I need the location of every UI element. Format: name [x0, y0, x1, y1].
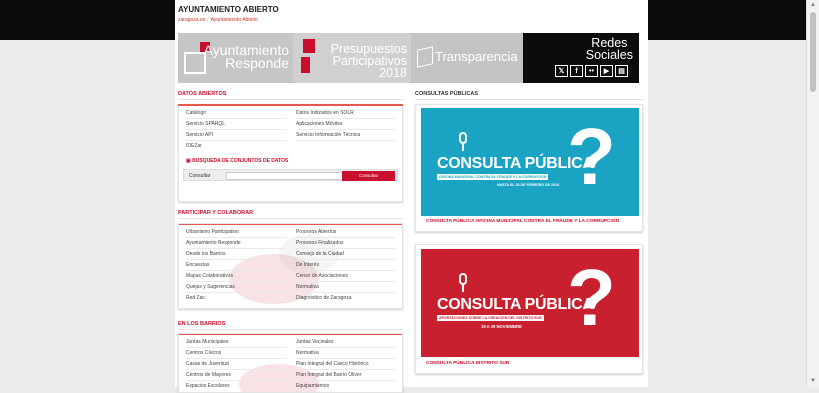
dataset-search-bar: Consultar Consultar [183, 169, 398, 181]
dark-margin-right [648, 0, 806, 40]
scrollbar[interactable]: ▲ ▼ [806, 0, 819, 387]
search-datasets-heading: ▣ BUSQUEDA DE CONJUNTOS DE DATOS [186, 158, 289, 164]
breadcrumb: zaragoza.es / Ayuntamiento Abierto [178, 17, 258, 23]
link-quejas[interactable]: Quejas y Sugerencias [186, 284, 235, 290]
page-title: AYUNTAMIENTO ABIERTO [178, 5, 279, 14]
consulta-subtitle: APORTACIONES SOBRE LA CREACIÓN DEL DISTR… [437, 315, 544, 321]
datos-abiertos-card: Catálogo Servicio SPARQL Servicio API ID… [178, 104, 403, 202]
card-accent [179, 334, 402, 335]
section-title-datos-abiertos: DATOS ABIERTOS [178, 91, 227, 97]
consulta-card-distrito-sur[interactable]: CONSULTA PÚBLICA APORTACIONES SOBRE LA C… [415, 244, 643, 374]
consulta-caption[interactable]: CONSULTA PÚBLICA DISTRITO SUR [426, 361, 509, 366]
link-juntas-vecinales[interactable]: Juntas Vecinales [296, 339, 334, 345]
link-solr[interactable]: Datos Indizados en SOLR [296, 110, 354, 116]
breadcrumb-separator: / [207, 17, 209, 23]
question-mark-icon: ? [567, 253, 616, 342]
banner-label: Transparencia [435, 49, 518, 64]
link-encuestas[interactable]: Encuestas [186, 262, 209, 268]
red-block-decoration [303, 39, 315, 53]
link-centros-civicos[interactable]: Centros Cívicos [186, 350, 221, 356]
link-sparql[interactable]: Servicio SPARQL [186, 121, 225, 127]
link-juntas-municipales[interactable]: Juntas Municipales [186, 339, 229, 345]
scroll-up-icon[interactable]: ▲ [810, 2, 816, 8]
link-casas-juventud[interactable]: Casas de Juventud [186, 361, 229, 367]
consulta-date: 19 A 29 NOVIEMBRE [481, 324, 522, 329]
link-diagnostico[interactable]: Diagnóstico de Zaragoza [296, 295, 352, 301]
microphone-icon [457, 269, 471, 292]
scroll-down-icon[interactable]: ▼ [810, 378, 816, 384]
section-divider [178, 329, 403, 330]
card-accent [178, 104, 403, 106]
card-accent [179, 224, 402, 225]
link-info-tecnica[interactable]: Servicio Información Técnica [296, 132, 360, 138]
link-censo[interactable]: Censo de Asociaciones [296, 273, 348, 279]
scrollbar-thumb[interactable] [810, 12, 816, 92]
consulta-caption[interactable]: CONSULTA PÚBLICA OFICINA MUNICIPAL CONTR… [426, 219, 619, 224]
banner-label: Presupuestos Participativos 2018 [330, 42, 407, 80]
link-red-zac[interactable]: Red Zac [186, 295, 205, 301]
link-idezar[interactable]: IDEZar [186, 143, 202, 149]
banner-label: Redes Sociales [585, 36, 633, 62]
breadcrumb-home[interactable]: zaragoza.es [178, 17, 205, 23]
link-apps-moviles[interactable]: Aplicaciones Móviles [296, 121, 342, 127]
cube-icon [417, 46, 433, 68]
link-centros-mayores[interactable]: Centros de Mayores [186, 372, 231, 378]
link-ayto-responde[interactable]: Ayuntamiento Responde [186, 240, 241, 246]
link-mapas[interactable]: Mapas Colaborativos [186, 273, 233, 279]
link-desde-barrios[interactable]: Desde los Barrios [186, 251, 225, 257]
facebook-icon[interactable]: f [570, 65, 583, 77]
banner-redes-sociales[interactable]: Redes Sociales 𝕏 f •• ▶ ▤ [523, 33, 639, 83]
consulta-date: HASTA EL 28 DE FEBRERO DE 2018 [497, 183, 560, 187]
twitter-icon[interactable]: 𝕏 [555, 65, 568, 77]
participar-card: Urbanismo Participativo Ayuntamiento Res… [178, 223, 403, 309]
banner-transparencia[interactable]: Transparencia [411, 33, 523, 83]
dark-margin-left [0, 0, 175, 40]
link-urbanismo[interactable]: Urbanismo Participativo [186, 229, 239, 235]
link-catalogo[interactable]: Catálogo [186, 110, 206, 116]
link-espacios-escolares[interactable]: Espacios Escolares [186, 383, 230, 389]
section-title-consultas: CONSULTAS PÚBLICAS [415, 91, 479, 97]
link-casco-historico[interactable]: Plan Integral del Casco Histórico [296, 361, 369, 367]
banner-ayuntamiento-responde[interactable]: Ayuntamiento Responde [178, 33, 293, 83]
section-divider [178, 218, 403, 219]
red-block-decoration [301, 57, 310, 73]
section-divider [415, 99, 643, 100]
link-procesos-abiertos[interactable]: Procesos Abiertos [296, 229, 336, 235]
microphone-icon [457, 128, 471, 151]
question-mark-icon: ? [567, 112, 616, 201]
link-procesos-finalizados[interactable]: Procesos Finalizados [296, 240, 344, 246]
search-button[interactable]: Consultar [342, 171, 395, 181]
link-api[interactable]: Servicio API [186, 132, 213, 138]
banner-presupuestos-participativos[interactable]: Presupuestos Participativos 2018 [293, 33, 411, 83]
consulta-image-distrito-sur[interactable]: CONSULTA PÚBLICA APORTACIONES SOBRE LA C… [421, 249, 639, 357]
barrios-card: Juntas Municipales Centros Cívicos Casas… [178, 333, 403, 393]
section-title-participar: PARTICIPAR Y COLABORAR [178, 210, 254, 216]
consulta-image-fraude[interactable]: CONSULTA PÚBLICA OFICINA MUNICIPAL CONTR… [421, 108, 639, 216]
search-input[interactable] [226, 172, 343, 180]
youtube-icon[interactable]: ▶ [600, 65, 613, 77]
section-title-barrios: EN LOS BARRIOS [178, 321, 226, 327]
consulta-card-fraude[interactable]: CONSULTA PÚBLICA OFICINA MUNICIPAL CONTR… [415, 104, 643, 232]
link-consejo-ciudad[interactable]: Consejo de la Ciudad [296, 251, 344, 257]
link-barrio-oliver[interactable]: Plan Integral del Barrio Oliver [296, 372, 361, 378]
page-content: AYUNTAMIENTO ABIERTO zaragoza.es / Ayuntam… [175, 0, 648, 393]
link-normativa[interactable]: Normativa [296, 284, 319, 290]
link-de-interes[interactable]: De Interés [296, 262, 319, 268]
link-normativa-barrios[interactable]: Normativa [296, 350, 319, 356]
consulta-subtitle: OFICINA MUNICIPAL CONTRA EL FRAUDE Y LA … [437, 174, 549, 180]
search-label: Consultar [189, 173, 211, 179]
banner-label: Ayuntamiento Responde [203, 42, 289, 71]
flickr-icon[interactable]: •• [585, 65, 598, 77]
section-divider [178, 99, 403, 100]
breadcrumb-current[interactable]: Ayuntamiento Abierto [211, 17, 258, 23]
social-icons: 𝕏 f •• ▶ ▤ [555, 65, 628, 77]
blog-icon[interactable]: ▤ [615, 65, 628, 77]
link-equipamientos[interactable]: Equipamientos [296, 383, 329, 389]
